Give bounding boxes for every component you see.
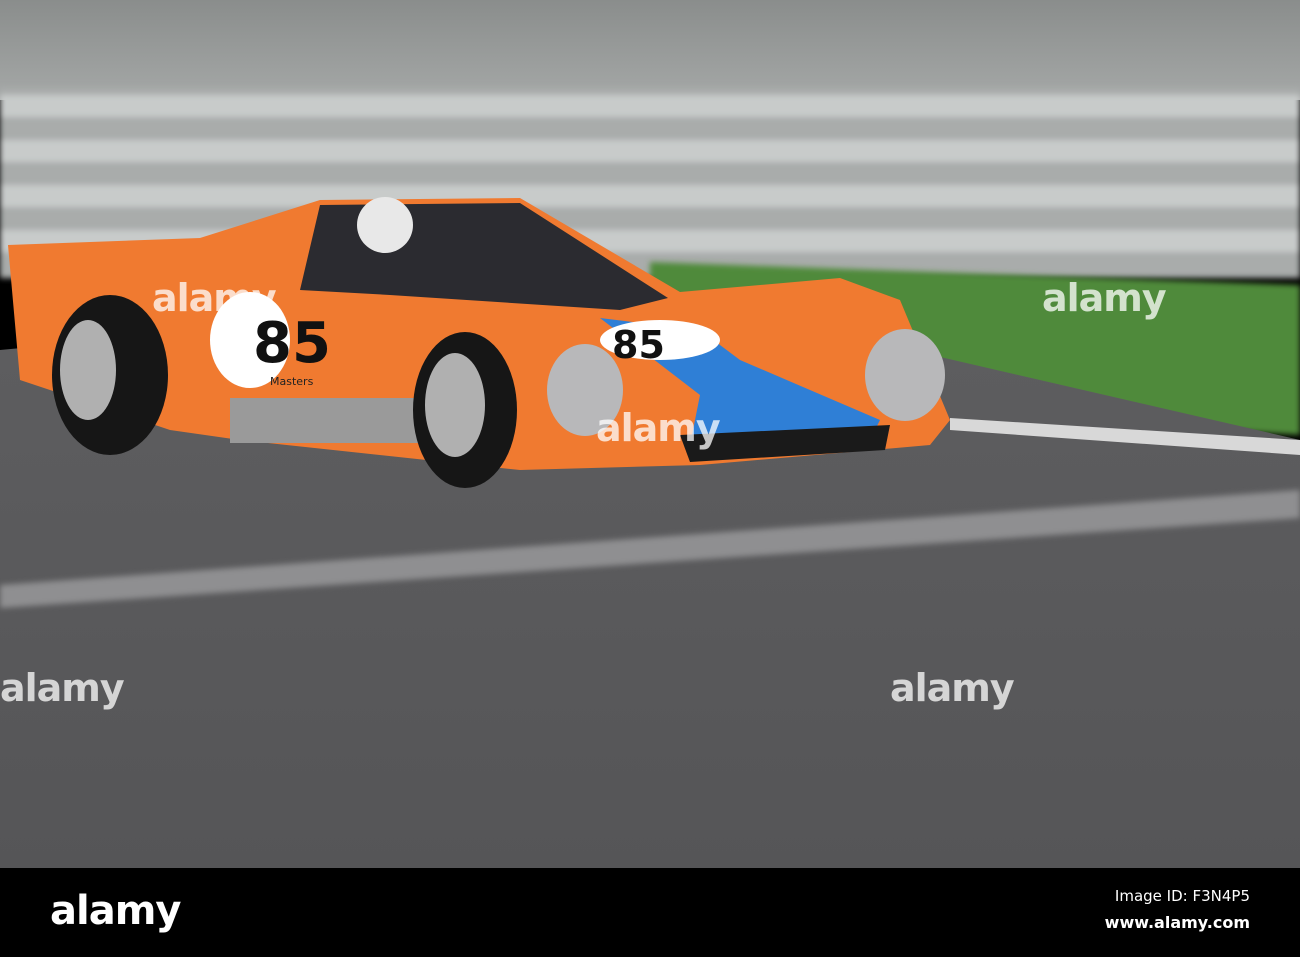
background-fence	[0, 0, 1300, 100]
driver-helmet	[357, 197, 413, 253]
car-number-hood: 85	[612, 323, 665, 367]
image-id: Image ID: F3N4P5	[1114, 887, 1250, 905]
footer-bar: alamy Image ID: F3N4P5 www.alamy.com	[0, 868, 1300, 957]
watermark: alamy	[0, 666, 125, 710]
headlight-right	[865, 329, 945, 421]
sponsor-decal: Masters	[270, 375, 314, 388]
watermark: alamy	[890, 666, 1015, 710]
website-link[interactable]: www.alamy.com	[1105, 913, 1250, 932]
watermark: alamy	[1042, 276, 1167, 320]
watermark: alamy	[596, 406, 721, 450]
watermark: alamy	[152, 276, 277, 320]
stock-photo: 85 85 Masters alamy alamy alamy alamy al…	[0, 0, 1300, 957]
car-number-side: 85	[253, 311, 331, 376]
alamy-logo: alamy	[50, 888, 181, 934]
